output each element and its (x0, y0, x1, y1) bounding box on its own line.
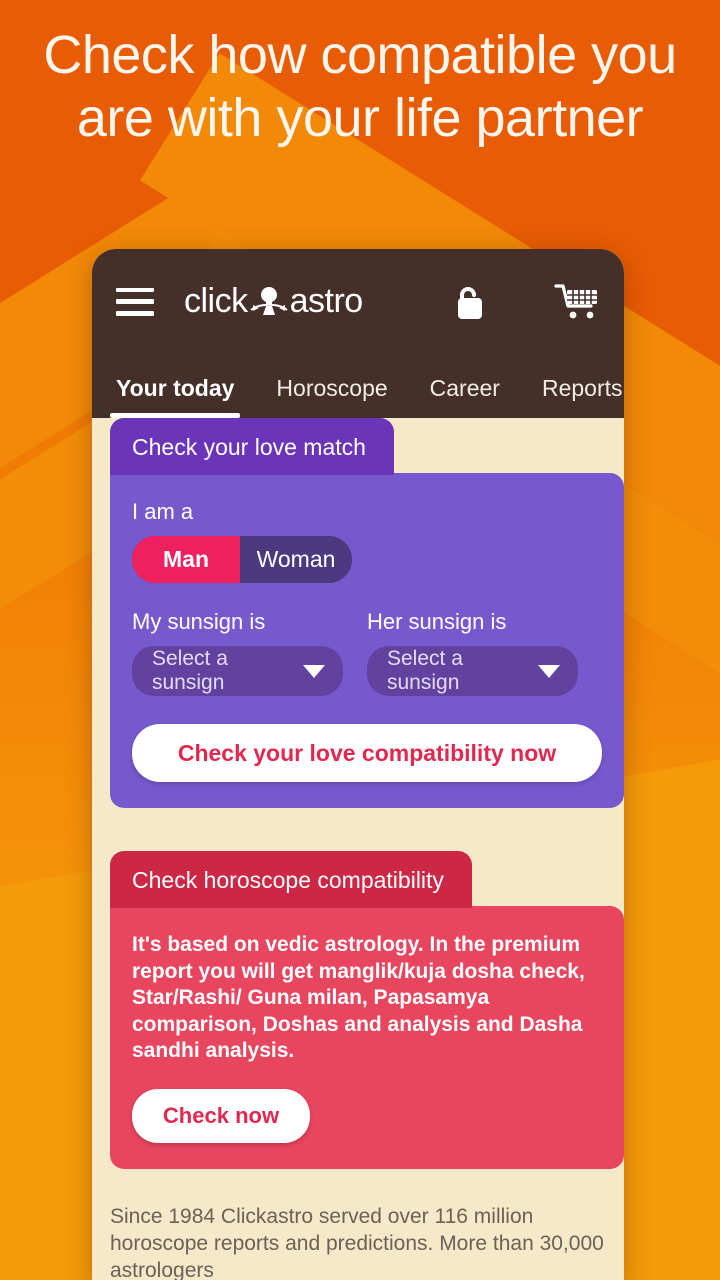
clickastro-logo-icon (249, 283, 289, 321)
check-now-button[interactable]: Check now (132, 1088, 310, 1143)
shopping-cart-icon[interactable] (554, 282, 600, 322)
tab-horoscope[interactable]: Horoscope (276, 375, 387, 418)
brand-text-astro: astro (289, 282, 364, 320)
sunsign-row: My sunsign is Select a sunsign Her sunsi… (132, 609, 602, 696)
app-logo[interactable]: click astro (184, 282, 363, 321)
gender-label: I am a (132, 499, 194, 524)
her-sunsign-select[interactable]: Select a sunsign (367, 646, 578, 696)
phone-mockup: click astro Your today Horoscope Career … (92, 249, 624, 1280)
my-sunsign-group: My sunsign is Select a sunsign (132, 609, 367, 696)
horoscope-card-body: It's based on vedic astrology. In the pr… (110, 906, 624, 1169)
app-header: click astro (92, 249, 624, 354)
chevron-down-icon (303, 664, 325, 678)
horoscope-card-description: It's based on vedic astrology. In the pr… (132, 933, 585, 1062)
app-content: Check your love match I am a Man Woman M… (92, 418, 624, 1280)
her-sunsign-label: Her sunsign is (367, 609, 507, 634)
love-match-card-body: I am a Man Woman My sunsign is Select a … (110, 473, 624, 808)
my-sunsign-value: Select a sunsign (152, 647, 228, 694)
padlock-icon[interactable] (452, 282, 488, 322)
horoscope-card-title: Check horoscope compatibility (110, 851, 472, 908)
footer-paragraph: Since 1984 Clickastro served over 116 mi… (110, 1204, 604, 1280)
tab-your-today[interactable]: Your today (109, 375, 241, 418)
hamburger-menu-icon[interactable] (116, 287, 154, 316)
tab-career[interactable]: Career (430, 375, 500, 418)
check-love-compatibility-button[interactable]: Check your love compatibility now (132, 724, 602, 782)
promo-headline: Check how compatible you are with your l… (43, 25, 677, 148)
horoscope-compatibility-card: Check horoscope compatibility It's based… (110, 851, 624, 1169)
her-sunsign-group: Her sunsign is Select a sunsign (367, 609, 602, 696)
gender-option-man[interactable]: Man (132, 536, 240, 583)
her-sunsign-value: Select a sunsign (387, 647, 463, 694)
gender-toggle[interactable]: Man Woman (132, 536, 352, 583)
chevron-down-icon (538, 664, 560, 678)
my-sunsign-select[interactable]: Select a sunsign (132, 646, 343, 696)
love-match-card: Check your love match I am a Man Woman M… (110, 418, 624, 808)
tab-reports[interactable]: Reports (542, 375, 623, 418)
brand-text-click: click (184, 282, 248, 320)
my-sunsign-label: My sunsign is (132, 609, 266, 634)
love-match-card-title: Check your love match (110, 418, 394, 475)
gender-option-woman[interactable]: Woman (240, 536, 352, 583)
tab-bar: Your today Horoscope Career Reports Cou (92, 354, 624, 418)
